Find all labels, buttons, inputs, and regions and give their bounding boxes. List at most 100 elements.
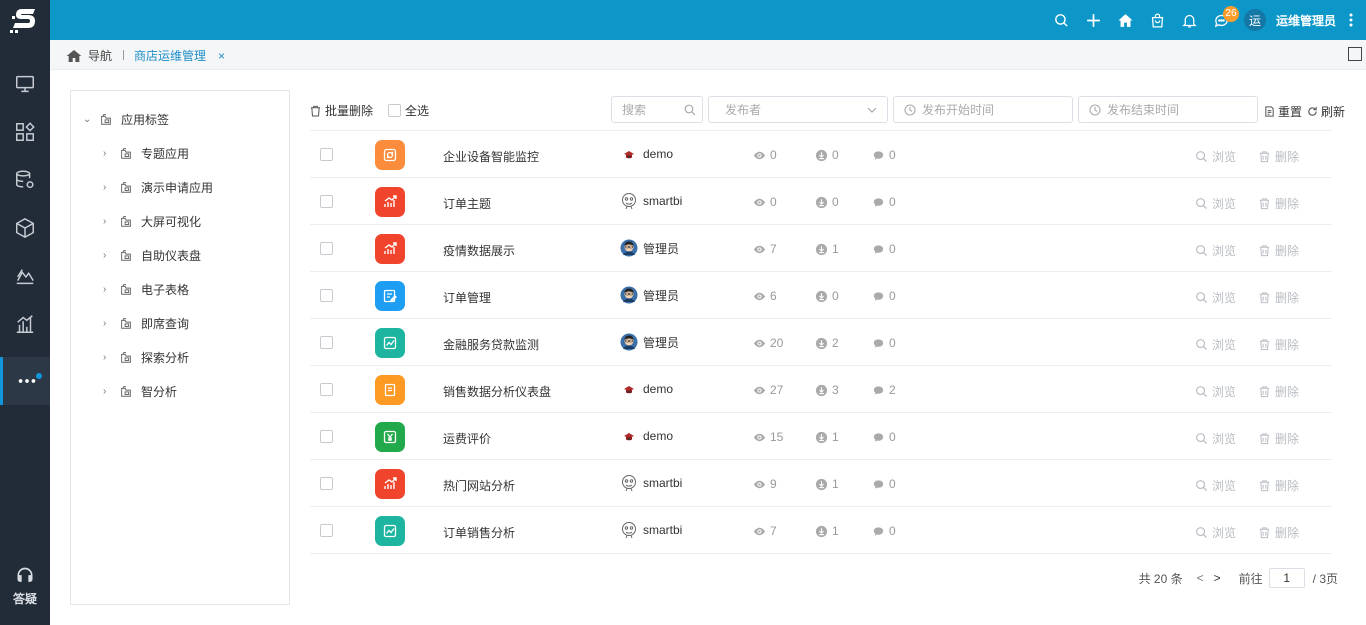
- chevron-right-icon[interactable]: ›: [103, 216, 113, 227]
- refresh-button[interactable]: 刷新: [1307, 103, 1345, 120]
- browse-button[interactable]: 浏览: [1195, 383, 1236, 400]
- reset-button[interactable]: 重置: [1264, 103, 1302, 120]
- table-row[interactable]: 热门网站分析 smartbi 9 1 0 浏览 删除: [310, 460, 1332, 507]
- chevron-right-icon[interactable]: ›: [103, 352, 113, 363]
- tree-item[interactable]: › 即席查询: [103, 314, 189, 332]
- app-name[interactable]: 销售数据分析仪表盘: [443, 383, 551, 400]
- chevron-right-icon[interactable]: ›: [103, 318, 113, 329]
- nav-monitor[interactable]: [0, 60, 50, 108]
- messages-button[interactable]: 26: [1206, 0, 1239, 40]
- search-button[interactable]: [1046, 0, 1078, 40]
- end-time-input[interactable]: 发布结束时间: [1078, 96, 1258, 123]
- home-button[interactable]: [1110, 0, 1142, 40]
- nav-report[interactable]: [0, 300, 50, 348]
- row-checkbox[interactable]: [320, 336, 333, 349]
- delete-button[interactable]: 删除: [1258, 289, 1299, 306]
- nav-database[interactable]: [0, 156, 50, 204]
- nav-more[interactable]: [0, 357, 50, 405]
- trash-icon: [1258, 291, 1275, 304]
- browse-button[interactable]: 浏览: [1195, 477, 1236, 494]
- tab-close-icon[interactable]: ×: [218, 49, 225, 63]
- goto-label: 前往: [1238, 571, 1263, 586]
- chevron-right-icon[interactable]: ›: [103, 148, 113, 159]
- start-time-input[interactable]: 发布开始时间: [893, 96, 1073, 123]
- row-checkbox[interactable]: [320, 524, 333, 537]
- row-checkbox[interactable]: [320, 148, 333, 161]
- username[interactable]: 运维管理员: [1276, 12, 1336, 29]
- table-row[interactable]: 订单主题 smartbi 0 0 0 浏览 删除: [310, 178, 1332, 225]
- chevron-left-icon[interactable]: <: [1197, 571, 1204, 585]
- row-checkbox[interactable]: [320, 430, 333, 443]
- tree-item[interactable]: › 电子表格: [103, 280, 189, 298]
- nav-analysis[interactable]: [0, 252, 50, 300]
- table-row[interactable]: 运费评价 demo 15 1 0 浏览 删除: [310, 413, 1332, 460]
- app-name[interactable]: 运费评价: [443, 430, 491, 447]
- browse-button[interactable]: 浏览: [1195, 148, 1236, 165]
- tree-item[interactable]: › 专题应用: [103, 144, 189, 162]
- tab-store-ops[interactable]: 商店运维管理 ×: [134, 47, 225, 64]
- delete-button[interactable]: 删除: [1258, 383, 1299, 400]
- row-checkbox[interactable]: [320, 383, 333, 396]
- app-name[interactable]: 金融服务贷款监测: [443, 336, 539, 353]
- delete-button[interactable]: 删除: [1258, 524, 1299, 541]
- app-logo[interactable]: [0, 0, 50, 40]
- browse-button[interactable]: 浏览: [1195, 336, 1236, 353]
- tree-root[interactable]: ⌄ 应用标签: [83, 110, 169, 128]
- row-checkbox[interactable]: [320, 195, 333, 208]
- tree-item[interactable]: › 智分析: [103, 382, 177, 400]
- checkbox[interactable]: [388, 104, 401, 117]
- browse-button[interactable]: 浏览: [1195, 430, 1236, 447]
- row-checkbox[interactable]: [320, 289, 333, 302]
- chevron-right-icon[interactable]: ›: [103, 250, 113, 261]
- tree-item[interactable]: › 自助仪表盘: [103, 246, 201, 264]
- table-row[interactable]: 销售数据分析仪表盘 demo 27 3 2 浏览 删除: [310, 366, 1332, 413]
- row-checkbox[interactable]: [320, 242, 333, 255]
- table-row[interactable]: 金融服务贷款监测 管理员 20 2 0 浏览 删除: [310, 319, 1332, 366]
- chevron-down-icon[interactable]: ⌄: [83, 114, 93, 125]
- help-button[interactable]: 答疑: [0, 566, 50, 616]
- app-name[interactable]: 订单管理: [443, 289, 491, 306]
- chevron-right-icon[interactable]: ›: [103, 182, 113, 193]
- app-name[interactable]: 疫情数据展示: [443, 242, 515, 259]
- browse-button[interactable]: 浏览: [1195, 242, 1236, 259]
- publisher-select[interactable]: 发布者: [708, 96, 888, 123]
- delete-button[interactable]: 删除: [1258, 336, 1299, 353]
- chevron-right-icon[interactable]: ›: [103, 386, 113, 397]
- table-row[interactable]: 企业设备智能监控 demo 0 0 0 浏览 删除: [310, 131, 1332, 178]
- app-name[interactable]: 热门网站分析: [443, 477, 515, 494]
- table-row[interactable]: 疫情数据展示 管理员 7 1 0 浏览 删除: [310, 225, 1332, 272]
- table-row[interactable]: 订单管理 管理员 6 0 0 浏览 删除: [310, 272, 1332, 319]
- select-all-checkbox[interactable]: 全选: [388, 102, 429, 119]
- breadcrumb-home[interactable]: 导航: [66, 47, 112, 64]
- search-input[interactable]: 搜索: [611, 96, 703, 123]
- app-name[interactable]: 订单销售分析: [443, 524, 515, 541]
- delete-button[interactable]: 删除: [1258, 430, 1299, 447]
- row-checkbox[interactable]: [320, 477, 333, 490]
- tree-item[interactable]: › 大屏可视化: [103, 212, 201, 230]
- browse-button[interactable]: 浏览: [1195, 289, 1236, 306]
- app-name[interactable]: 企业设备智能监控: [443, 148, 539, 165]
- browse-button[interactable]: 浏览: [1195, 524, 1236, 541]
- bulk-delete-button[interactable]: 批量删除: [310, 102, 373, 119]
- add-button[interactable]: [1078, 0, 1110, 40]
- page-number-input[interactable]: [1268, 568, 1305, 588]
- more-menu-button[interactable]: [1336, 0, 1366, 40]
- maximize-icon[interactable]: [1348, 47, 1362, 61]
- notifications-button[interactable]: [1174, 0, 1206, 40]
- delete-button[interactable]: 删除: [1258, 195, 1299, 212]
- chevron-right-icon[interactable]: ›: [103, 284, 113, 295]
- delete-button[interactable]: 删除: [1258, 148, 1299, 165]
- tree-item[interactable]: › 演示申请应用: [103, 178, 213, 196]
- table-row[interactable]: 订单销售分析 smartbi 7 1 0 浏览 删除: [310, 507, 1332, 554]
- nav-apps[interactable]: [0, 108, 50, 156]
- publisher: smartbi: [620, 473, 682, 493]
- delete-button[interactable]: 删除: [1258, 242, 1299, 259]
- tree-item[interactable]: › 探索分析: [103, 348, 189, 366]
- app-name[interactable]: 订单主题: [443, 195, 491, 212]
- chevron-right-icon[interactable]: >: [1214, 571, 1221, 585]
- delete-button[interactable]: 删除: [1258, 477, 1299, 494]
- user-avatar[interactable]: 运: [1243, 9, 1266, 31]
- store-button[interactable]: [1142, 0, 1174, 40]
- browse-button[interactable]: 浏览: [1195, 195, 1236, 212]
- nav-cube[interactable]: [0, 204, 50, 252]
